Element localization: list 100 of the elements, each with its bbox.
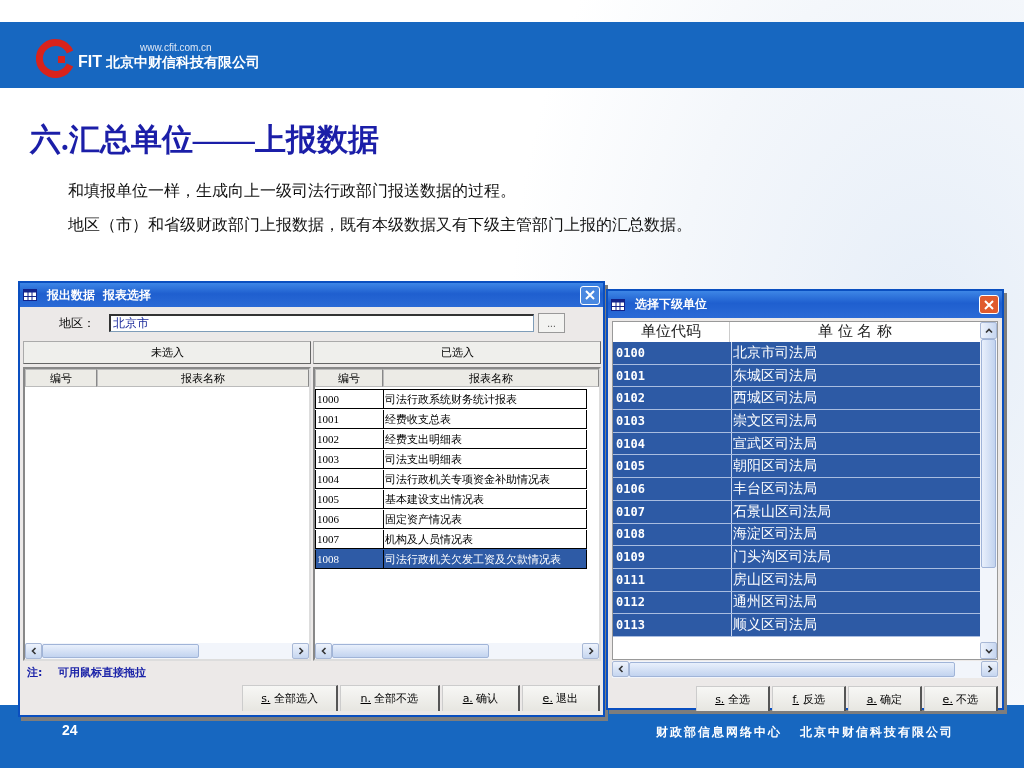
unit-row[interactable]: 0105 朝阳区司法局 bbox=[613, 455, 980, 479]
chevron-left-icon bbox=[319, 647, 328, 655]
unit-row[interactable]: 0107 石景山区司法局 bbox=[613, 500, 980, 524]
table-icon bbox=[23, 289, 37, 301]
report-row[interactable]: 1006 固定资产情况表 bbox=[315, 509, 587, 529]
horizontal-scrollbar[interactable] bbox=[315, 643, 599, 659]
unit-row[interactable]: 0104 宣武区司法局 bbox=[613, 432, 980, 456]
window-title: 选择下级单位 bbox=[635, 296, 707, 313]
close-icon bbox=[984, 299, 994, 310]
scroll-up-button[interactable] bbox=[980, 322, 997, 339]
report-row[interactable]: 1008 司法行政机关欠发工资及欠款情况表 bbox=[315, 549, 587, 569]
table-cell: 1001 bbox=[315, 410, 384, 428]
column-header[interactable]: 单 位 名 称 bbox=[730, 322, 980, 342]
unit-row[interactable]: 0113 顺义区司法局 bbox=[613, 614, 980, 637]
report-row[interactable]: 1000 司法行政系统财务统计报表 bbox=[315, 389, 587, 409]
footer-text: 财政部信息网络中心 bbox=[656, 724, 782, 741]
table-cell: 0101 bbox=[613, 364, 732, 387]
table-cell-text: 房山区司法局 bbox=[732, 569, 818, 589]
scroll-left-button[interactable] bbox=[25, 643, 42, 659]
dialog-button[interactable]: f. 反选 bbox=[772, 686, 846, 711]
unit-row[interactable]: 0102 西城区司法局 bbox=[613, 387, 980, 411]
table-cell-text: 东城区司法局 bbox=[732, 365, 818, 385]
chevron-left-icon bbox=[29, 647, 38, 655]
column-header[interactable]: 编号 bbox=[315, 369, 383, 387]
unit-row[interactable]: 0108 海淀区司法局 bbox=[613, 523, 980, 547]
table-cell: 0102 bbox=[613, 387, 732, 410]
dialog-button[interactable]: e. 退出 bbox=[522, 685, 600, 711]
table-icon bbox=[611, 298, 625, 311]
page-number: 24 bbox=[62, 721, 78, 738]
table-cell-text: 崇文区司法局 bbox=[732, 410, 818, 430]
table-cell: 0109 bbox=[613, 546, 732, 568]
scrollbar-thumb[interactable] bbox=[42, 644, 199, 658]
close-icon bbox=[585, 290, 595, 300]
table-cell: 司法行政机关专项资金补助情况表 bbox=[384, 470, 587, 488]
chevron-left-icon bbox=[616, 665, 625, 673]
close-button[interactable] bbox=[580, 285, 600, 305]
unit-row[interactable]: 0109 门头沟区司法局 bbox=[613, 546, 980, 569]
column-header[interactable]: 编号 bbox=[25, 369, 97, 387]
scroll-right-button[interactable] bbox=[582, 643, 599, 659]
dialog-button[interactable]: a. 确认 bbox=[442, 685, 520, 711]
table-cell: 0113 bbox=[613, 614, 732, 636]
column-header[interactable]: 报表名称 bbox=[383, 369, 599, 387]
report-row[interactable]: 1004 司法行政机关专项资金补助情况表 bbox=[315, 469, 587, 489]
table-cell: 0100 bbox=[613, 342, 732, 364]
table-cell: 1004 bbox=[315, 470, 384, 488]
table-cell: 1006 bbox=[315, 510, 384, 528]
browse-button[interactable]: ... bbox=[538, 313, 565, 333]
unit-row[interactable]: 0103 崇文区司法局 bbox=[613, 410, 980, 433]
table-cell: 1007 bbox=[315, 530, 384, 548]
report-row[interactable]: 1002 经费支出明细表 bbox=[315, 429, 587, 449]
dialog-button[interactable]: s. 全选 bbox=[696, 686, 770, 711]
scroll-right-button[interactable] bbox=[981, 661, 998, 677]
horizontal-scrollbar[interactable] bbox=[612, 661, 998, 678]
scroll-right-button[interactable] bbox=[292, 643, 309, 659]
table-cell: 0106 bbox=[613, 478, 732, 500]
report-row[interactable]: 1003 司法支出明细表 bbox=[315, 449, 587, 469]
scroll-down-button[interactable] bbox=[980, 642, 997, 659]
chevron-right-icon bbox=[586, 647, 595, 655]
dialog-button[interactable]: a. 确定 bbox=[848, 686, 922, 711]
table-cell: 1000 bbox=[315, 390, 384, 408]
table-cell: 1002 bbox=[315, 430, 384, 448]
unit-row[interactable]: 0112 通州区司法局 bbox=[613, 591, 980, 615]
scrollbar-thumb[interactable] bbox=[629, 662, 955, 677]
scroll-left-button[interactable] bbox=[315, 643, 332, 659]
table-cell-text: 西城区司法局 bbox=[732, 388, 818, 408]
region-field[interactable]: 北京市 bbox=[109, 314, 534, 332]
table-cell: 0108 bbox=[613, 523, 732, 546]
table-cell-text: 石景山区司法局 bbox=[732, 501, 832, 521]
horizontal-scrollbar[interactable] bbox=[25, 643, 309, 659]
dialog-button[interactable]: s. 全部选入 bbox=[242, 685, 338, 711]
body-text: 地区（市）和省级财政部门上报数据，既有本级数据又有下级主管部门上报的汇总数据。 bbox=[68, 215, 693, 236]
ring-logo-icon bbox=[36, 38, 76, 78]
dialog-button[interactable]: n. 全部不选 bbox=[340, 685, 440, 711]
unit-row[interactable]: 0111 房山区司法局 bbox=[613, 568, 980, 592]
table-cell: 1008 bbox=[315, 550, 384, 568]
chevron-up-icon bbox=[984, 326, 993, 335]
close-button[interactable] bbox=[979, 295, 999, 314]
report-row[interactable]: 1001 经费收支总表 bbox=[315, 409, 587, 429]
scroll-left-button[interactable] bbox=[612, 661, 629, 677]
table-cell-text: 丰台区司法局 bbox=[732, 478, 818, 498]
scrollbar-thumb[interactable] bbox=[981, 339, 996, 569]
chevron-right-icon bbox=[296, 647, 305, 655]
unit-row[interactable]: 0101 东城区司法局 bbox=[613, 364, 980, 388]
vertical-scrollbar[interactable] bbox=[980, 322, 997, 659]
table-cell-text: 顺义区司法局 bbox=[732, 615, 818, 635]
window-title: 报出数据 报表选择 bbox=[47, 286, 152, 304]
unit-row[interactable]: 0106 丰台区司法局 bbox=[613, 478, 980, 501]
logo-company: 北京中财信科技有限公司 bbox=[106, 54, 260, 72]
table-cell: 机构及人员情况表 bbox=[384, 530, 587, 548]
table-cell: 0112 bbox=[613, 591, 732, 614]
chevron-right-icon bbox=[985, 665, 994, 673]
table-cell: 0105 bbox=[613, 455, 732, 478]
table-cell: 司法行政机关欠发工资及欠款情况表 bbox=[384, 550, 587, 568]
dialog-button[interactable]: e. 不选 bbox=[924, 686, 998, 711]
report-row[interactable]: 1005 基本建设支出情况表 bbox=[315, 489, 587, 509]
table-cell: 司法行政系统财务统计报表 bbox=[384, 390, 587, 408]
scrollbar-thumb[interactable] bbox=[332, 644, 489, 658]
table-cell-text: 宣武区司法局 bbox=[732, 433, 818, 453]
unit-row[interactable]: 0100 北京市司法局 bbox=[613, 342, 980, 365]
column-header[interactable]: 报表名称 bbox=[97, 369, 309, 387]
